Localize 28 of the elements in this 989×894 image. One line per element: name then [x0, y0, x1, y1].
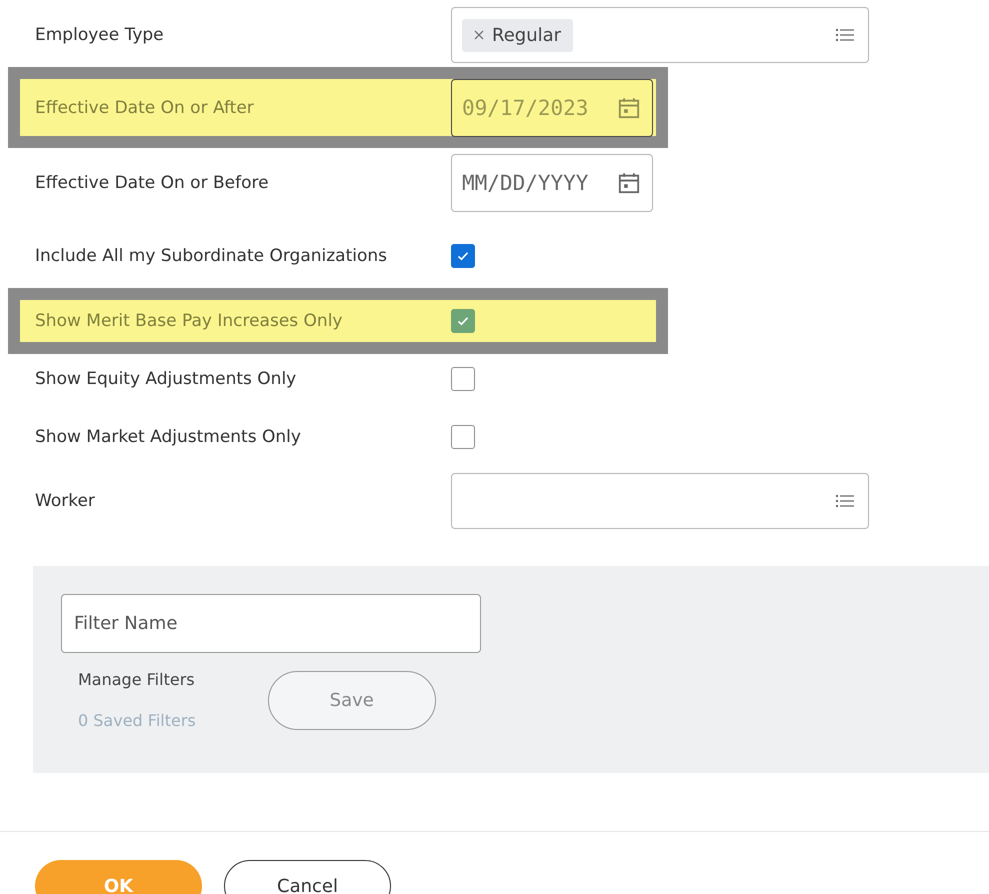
filter-name-input[interactable]: Filter Name — [61, 594, 481, 653]
selected-token: Regular — [462, 18, 574, 52]
date-field[interactable]: MM/DD/YYYY — [451, 154, 653, 212]
manage-filters-link[interactable]: Manage Filters — [78, 670, 196, 689]
field-label: Show Equity Adjustments Only — [35, 369, 298, 389]
field-label: Include All my Subordinate Organizations — [35, 246, 388, 266]
save-button[interactable]: Save — [268, 670, 436, 730]
saved-filters-count: 0 Saved Filters — [78, 711, 196, 730]
checkmark-icon — [457, 251, 469, 261]
field-label: Employee Type — [35, 25, 165, 45]
remove-icon[interactable] — [474, 30, 484, 40]
field-label: Worker — [35, 491, 96, 511]
field-label: Effective Date On or After — [35, 98, 255, 118]
calendar-icon[interactable] — [618, 172, 640, 194]
cancel-button[interactable]: Cancel — [224, 860, 391, 894]
checkbox[interactable] — [451, 309, 475, 333]
multiselect-field[interactable]: Regular — [451, 7, 869, 63]
field-label: Show Merit Base Pay Increases Only — [35, 311, 344, 331]
field-label: Show Market Adjustments Only — [35, 427, 302, 447]
list-icon[interactable] — [836, 28, 854, 42]
checkbox[interactable] — [451, 244, 475, 268]
list-icon[interactable] — [836, 494, 854, 508]
multiselect-field[interactable] — [451, 473, 869, 529]
checkbox[interactable] — [451, 425, 475, 449]
calendar-icon[interactable] — [618, 96, 640, 118]
field-label: Effective Date On or Before — [35, 172, 270, 192]
checkbox[interactable] — [451, 367, 475, 391]
checkmark-icon — [457, 316, 469, 326]
